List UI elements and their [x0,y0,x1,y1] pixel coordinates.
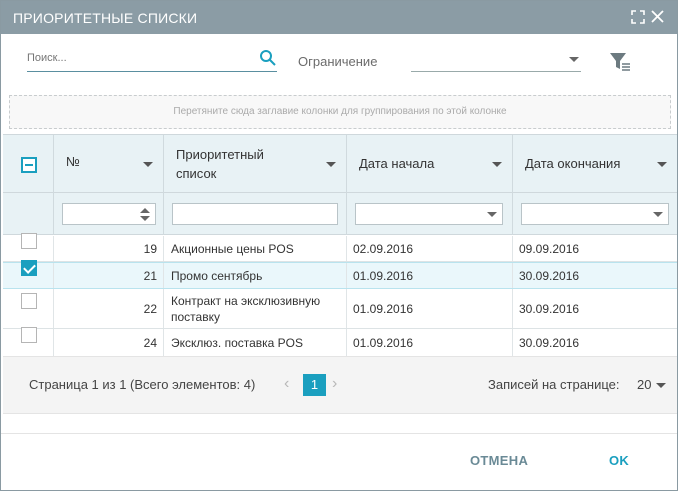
row-name-cell: Контракт на эксклюзивную поставку [164,289,347,328]
sort-icon[interactable] [143,162,153,167]
restriction-label: Ограничение [298,54,378,69]
chevron-right-icon[interactable]: › [332,375,348,395]
row-end-cell: 09.09.2016 [513,236,677,261]
row-start-cell: 01.09.2016 [347,329,513,356]
row-number-cell: 19 [54,236,164,261]
priority-list-filter-input[interactable] [172,203,338,225]
row-name-cell: Промо сентябрь [164,263,347,288]
filter-icon[interactable] [609,52,631,72]
search-field [27,48,277,72]
row-end-cell: 30.09.2016 [513,329,677,356]
row-start-cell: 01.09.2016 [347,263,513,288]
row-start-date: 01.09.2016 [353,335,414,350]
sort-icon[interactable] [326,162,336,167]
row-end-date: 30.09.2016 [519,301,580,316]
row-number-cell: 21 [54,263,164,288]
end-date-filter-select[interactable] [521,203,669,225]
filter-cell-priority-list [164,193,347,235]
row-start-cell: 02.09.2016 [347,236,513,261]
column-header-priority-list[interactable]: Приоритетный список [164,135,347,193]
row-start-date: 01.09.2016 [353,268,414,283]
page-button-current[interactable]: 1 [303,374,326,396]
dialog-title: ПРИОРИТЕТНЫЕ СПИСКИ [13,10,198,26]
sort-icon[interactable] [657,162,667,167]
grid-header: № Приоритетный список Дата начала Дата о… [3,135,677,193]
row-name: Промо сентябрь [171,268,263,283]
priority-lists-dialog: ПРИОРИТЕТНЫЕ СПИСКИ Ограничение [0,0,678,491]
filter-row [3,193,677,235]
table-row[interactable]: 22 Контракт на эксклюзивную поставку 01.… [3,289,677,329]
row-end-cell: 30.09.2016 [513,263,677,288]
select-column-header [3,135,54,193]
row-select-cell [3,232,54,261]
increment-icon[interactable] [140,208,150,213]
chevron-down-icon [569,57,579,62]
row-checkbox[interactable] [21,292,37,309]
pager-info: Страница 1 из 1 (Всего элементов: 4) [29,377,256,392]
row-number: 24 [143,335,157,350]
priority-lists-grid: № Приоритетный список Дата начала Дата о… [3,134,677,357]
row-end-date: 30.09.2016 [519,268,580,283]
row-checkbox[interactable] [21,326,37,343]
toolbar: Ограничение [1,34,677,86]
row-number-cell: 24 [54,329,164,356]
row-select-cell [3,289,54,328]
search-icon[interactable] [259,49,277,67]
row-number: 22 [143,301,157,316]
table-row[interactable]: 19 Акционные цены POS 02.09.2016 09.09.2… [3,232,677,262]
records-per-page-label: Записей на странице: [488,377,620,392]
number-filter-input[interactable] [62,203,156,225]
filter-cell-number [54,193,164,235]
records-per-page-select[interactable]: 20 [637,377,651,392]
sort-icon[interactable] [492,162,502,167]
chevron-down-icon[interactable] [656,383,666,388]
row-name: Контракт на эксклюзивную поставку [171,293,321,324]
filter-cell-end-date [513,193,677,235]
row-start-cell: 01.09.2016 [347,289,513,328]
column-header-end-date-label: Дата окончания [525,156,621,171]
group-panel[interactable]: Перетяните сюда заглавие колонки для гру… [9,95,671,129]
chevron-down-icon [653,212,663,217]
restriction-select[interactable] [411,52,581,72]
start-date-filter-select[interactable] [355,203,503,225]
chevron-left-icon[interactable]: ‹ [284,375,300,395]
row-name: Акционные цены POS [171,241,294,256]
column-header-end-date[interactable]: Дата окончания [513,135,677,193]
column-header-number[interactable]: № [54,135,164,193]
search-input[interactable] [27,52,247,64]
row-name-cell: Акционные цены POS [164,236,347,261]
cancel-button[interactable]: ОТМЕНА [470,453,528,468]
row-number: 21 [143,268,157,283]
table-row[interactable]: 21 Промо сентябрь 01.09.2016 30.09.2016 [3,259,677,289]
close-icon[interactable] [650,9,665,24]
dialog-titlebar: ПРИОРИТЕТНЫЕ СПИСКИ [1,1,677,34]
row-number-cell: 22 [54,289,164,328]
row-select-cell [3,326,54,356]
dialog-footer: ОТМЕНА OK [1,433,677,490]
row-end-cell: 30.09.2016 [513,289,677,328]
row-checkbox[interactable] [21,232,37,249]
row-select-cell [3,259,54,288]
column-header-priority-list-label: Приоритетный список [176,147,264,181]
column-header-start-date-label: Дата начала [359,156,435,171]
row-start-date: 01.09.2016 [353,301,414,316]
column-header-start-date[interactable]: Дата начала [347,135,513,193]
chevron-down-icon [487,212,497,217]
row-end-date: 09.09.2016 [519,241,580,256]
row-number: 19 [143,241,157,256]
row-start-date: 02.09.2016 [353,241,414,256]
select-all-checkbox[interactable] [21,157,37,173]
row-checkbox[interactable] [21,259,37,276]
pager: Страница 1 из 1 (Всего элементов: 4) ‹ 1… [3,356,677,414]
row-name: Эксклюз. поставка POS [171,335,304,350]
ok-button[interactable]: OK [609,453,629,468]
table-row[interactable]: 24 Эксклюз. поставка POS 01.09.2016 30.0… [3,326,677,357]
filter-cell-start-date [347,193,513,235]
maximize-icon[interactable] [631,10,645,24]
row-name-cell: Эксклюз. поставка POS [164,329,347,356]
filter-cell-select [3,193,54,235]
column-header-number-label: № [66,154,80,169]
row-end-date: 30.09.2016 [519,335,580,350]
decrement-icon[interactable] [140,216,150,221]
